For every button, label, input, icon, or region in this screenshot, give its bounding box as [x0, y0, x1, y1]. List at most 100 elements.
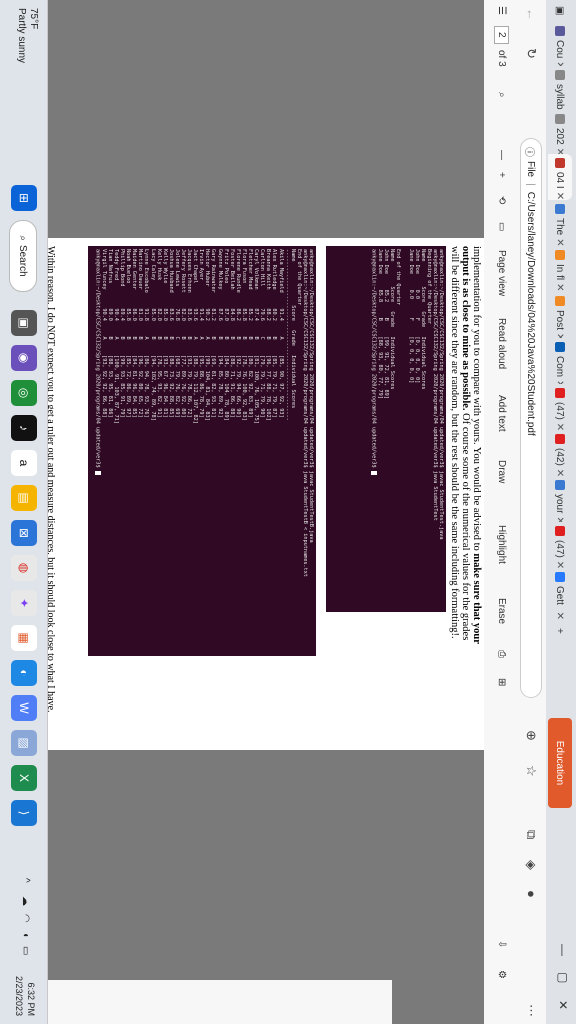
- edge-icon[interactable]: ◐: [11, 660, 37, 686]
- tiktok-icon[interactable]: ♪: [11, 415, 37, 441]
- page-view-button[interactable]: Page view: [496, 250, 507, 296]
- tray-chevron-icon[interactable]: ^: [20, 878, 31, 883]
- draw-button[interactable]: Draw: [496, 460, 507, 483]
- tab-close-icon[interactable]: ✕: [555, 377, 566, 384]
- tab-close-icon[interactable]: ✕: [555, 513, 566, 522]
- tab-1[interactable]: syllab✕: [548, 66, 572, 110]
- tab-7[interactable]: Com✕: [548, 338, 572, 384]
- tab-10[interactable]: your ✕: [548, 476, 572, 522]
- tab-label: Post: [554, 310, 566, 331]
- find-icon[interactable]: ⌕: [496, 92, 507, 98]
- read-aloud-button[interactable]: Read aloud: [496, 318, 507, 369]
- tab-favicon-icon: [555, 342, 565, 352]
- tab-label: syllab: [554, 84, 566, 110]
- photos-icon[interactable]: ▨: [11, 730, 37, 756]
- clock[interactable]: 6:32 PM 2/23/2023: [13, 960, 37, 1016]
- tab-11[interactable]: (47) ✕: [548, 522, 572, 568]
- vscode-icon[interactable]: ⟩: [11, 800, 37, 826]
- fit-page-icon[interactable]: ⟲: [496, 196, 507, 204]
- more-icon[interactable]: ⋯: [523, 1004, 539, 1017]
- print-icon[interactable]: ⎙: [496, 650, 507, 658]
- terminal-output-studenttest: anky@naxlin:~/Desktop/CSC/CSC132/Spring …: [326, 246, 446, 612]
- profile-icon[interactable]: ●: [524, 890, 539, 898]
- tab-close-icon[interactable]: ✕: [555, 420, 566, 430]
- tab-close-icon[interactable]: ✕: [555, 58, 566, 66]
- search-box[interactable]: ⌕ Search: [9, 220, 37, 292]
- chrome-icon[interactable]: ◍: [11, 555, 37, 581]
- xbox-icon[interactable]: ◎: [11, 380, 37, 406]
- url-field[interactable]: ⓘ File | C:/Users/laney/Downloads/04%20J…: [520, 138, 542, 698]
- word-icon[interactable]: W: [11, 695, 37, 721]
- tab-education[interactable]: Education: [548, 718, 572, 808]
- tab-favicon-icon: [555, 572, 565, 582]
- favorite-icon[interactable]: ☆: [523, 765, 539, 777]
- tab-close-icon[interactable]: ✕: [555, 145, 566, 154]
- copilot-icon[interactable]: ✦: [11, 590, 37, 616]
- tab-close-icon[interactable]: ✕: [555, 558, 566, 568]
- tab-close-icon[interactable]: ✕: [555, 280, 566, 291]
- tab-6[interactable]: Post ✕: [548, 292, 572, 338]
- para-line2a: output is as close to mine as possible.: [460, 246, 471, 411]
- search-icon: ⌕: [17, 235, 29, 241]
- save-icon[interactable]: ⊞: [496, 678, 507, 686]
- weather-desc: Partly sunny: [16, 8, 27, 64]
- tab-2[interactable]: 202 ✕: [548, 110, 572, 154]
- tab-3[interactable]: 04 I ✕: [548, 154, 572, 200]
- pdf-settings-icon[interactable]: ⚙: [496, 970, 507, 979]
- browser-menu-icon[interactable]: ▣: [548, 2, 572, 20]
- extensions-icon[interactable]: ◈: [523, 860, 539, 870]
- zoom-icon[interactable]: ⊕: [523, 730, 539, 741]
- tab-12[interactable]: Gett ✕: [548, 568, 572, 624]
- amazon-icon[interactable]: a: [11, 450, 37, 476]
- tab-5[interactable]: In fl ✕: [548, 246, 572, 292]
- battery-icon[interactable]: ▭: [20, 946, 31, 955]
- start-icon[interactable]: ⊞: [11, 185, 37, 211]
- volume-icon[interactable]: ◖: [20, 932, 31, 938]
- task-view-icon[interactable]: ▣: [11, 310, 37, 336]
- add-text-button[interactable]: Add text: [496, 395, 507, 432]
- terminal1-cursor: [370, 470, 377, 475]
- highlight-button[interactable]: Highlight: [496, 525, 507, 564]
- weather-widget[interactable]: 75°F Partly sunny: [15, 8, 39, 63]
- contents-icon[interactable]: ☰: [496, 6, 507, 15]
- tab-4[interactable]: The ✕: [548, 200, 572, 246]
- page-count: of 3: [496, 50, 507, 67]
- pdf-page: implementation for you to compare with y…: [45, 238, 484, 750]
- excel-icon[interactable]: X: [11, 765, 37, 791]
- store-icon[interactable]: ⊠: [11, 520, 37, 546]
- pdf-viewport[interactable]: implementation for you to compare with y…: [0, 0, 484, 1024]
- maximize-icon[interactable]: ▢: [556, 972, 570, 983]
- tab-close-icon[interactable]: ✕: [555, 466, 566, 476]
- zoom-in-icon[interactable]: +: [496, 172, 507, 178]
- office-icon[interactable]: ▦: [11, 625, 37, 651]
- tab-9[interactable]: (42) ✕: [548, 430, 572, 476]
- collections-icon[interactable]: ⧉: [523, 830, 539, 839]
- save-as-icon[interactable]: ⇩: [496, 940, 507, 948]
- tab-close-icon[interactable]: ✕: [555, 609, 566, 620]
- erase-button[interactable]: Erase: [496, 598, 507, 624]
- tab-label: The: [554, 218, 566, 236]
- refresh-icon[interactable]: ↻: [523, 48, 539, 59]
- close-window-icon[interactable]: ✕: [556, 1000, 570, 1010]
- new-tab-button[interactable]: +: [548, 624, 572, 644]
- wifi-icon[interactable]: ◠: [20, 914, 31, 923]
- tab-label: 04 I: [554, 172, 566, 189]
- tab-0[interactable]: Cou ✕: [548, 22, 572, 66]
- tab-8[interactable]: (47) ✕: [548, 384, 572, 430]
- teams-icon[interactable]: ◉: [11, 345, 37, 371]
- tab-close-icon[interactable]: ✕: [555, 189, 566, 200]
- tab-favicon-icon: [555, 526, 565, 536]
- rotate-icon[interactable]: ▭: [496, 222, 507, 231]
- onedrive-icon[interactable]: ☁: [20, 896, 31, 906]
- tab-close-icon[interactable]: ✕: [555, 235, 566, 246]
- zoom-out-icon[interactable]: —: [496, 150, 507, 160]
- terminal2-cursor: [94, 470, 101, 475]
- url-separator: |: [525, 183, 537, 186]
- pdf-toolbar: ☰ 2 of 3 ⌕ — + ⟲ ▭ Page view Read aloud …: [483, 0, 516, 1024]
- back-icon[interactable]: ←: [524, 8, 539, 21]
- minimize-icon[interactable]: —: [556, 944, 570, 956]
- page-number-field[interactable]: 2: [494, 26, 509, 44]
- tab-close-icon[interactable]: ✕: [555, 330, 566, 338]
- file-explorer-icon[interactable]: ▤: [11, 485, 37, 511]
- tab-label: your: [554, 494, 566, 514]
